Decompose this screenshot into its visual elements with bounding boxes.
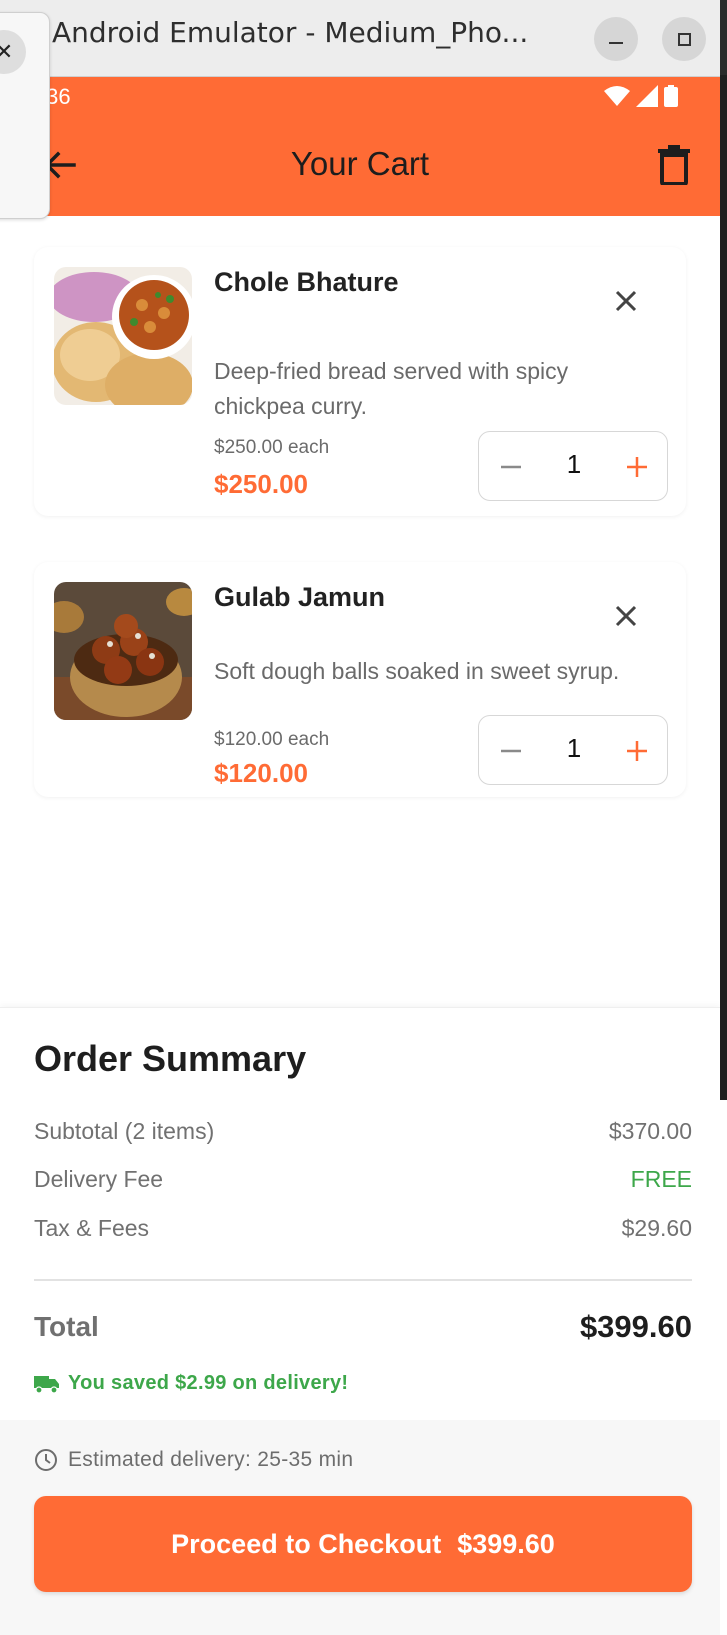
checkout-footer: Estimated delivery: 25-35 min Proceed to… — [0, 1420, 720, 1635]
decrease-button[interactable] — [491, 447, 531, 487]
savings-text: You saved $2.99 on delivery! — [68, 1372, 349, 1394]
emulator-window: Android Emulator - Medium_Pho... ✕ :36 Y… — [0, 0, 720, 1635]
food-image — [54, 267, 192, 405]
item-line-total: $120.00 — [214, 758, 308, 788]
checkout-label: Proceed to Checkout — [171, 1528, 442, 1559]
minimize-button[interactable] — [594, 17, 638, 61]
quantity-stepper: 1 — [478, 431, 668, 501]
subtotal-value: $370.00 — [608, 1118, 692, 1144]
minus-icon — [501, 465, 521, 469]
delivery-value: FREE — [630, 1166, 692, 1192]
eta-text: Estimated delivery: 25-35 min — [68, 1448, 354, 1471]
plus-icon — [627, 457, 647, 477]
item-unit-price: $120.00 each — [214, 729, 330, 750]
item-unit-price: $250.00 each — [214, 437, 330, 458]
order-summary: Order Summary Subtotal (2 items) $370.00… — [0, 1007, 720, 1421]
plus-icon — [627, 741, 647, 761]
delivery-label: Delivery Fee — [34, 1166, 164, 1192]
clock-icon — [35, 1449, 57, 1471]
window-titlebar[interactable]: Android Emulator - Medium_Pho... — [0, 0, 720, 77]
increase-button[interactable] — [617, 731, 657, 771]
signal-icon — [636, 85, 658, 107]
trash-icon[interactable] — [656, 145, 692, 185]
cart-item-card: Chole Bhature Deep-fried bread served wi… — [34, 247, 686, 516]
delivery-estimate: Estimated delivery: 25-35 min — [34, 1448, 353, 1472]
tax-value: $29.60 — [621, 1215, 692, 1241]
truck-icon — [34, 1375, 59, 1394]
summary-divider — [34, 1279, 692, 1281]
checkout-amount: $399.60 — [457, 1528, 555, 1559]
item-line-total: $250.00 — [214, 469, 308, 499]
total-value: $399.60 — [579, 1309, 692, 1344]
quantity-stepper: 1 — [478, 715, 668, 785]
close-icon: ✕ — [0, 39, 14, 65]
window-title: Android Emulator - Medium_Pho... — [52, 16, 529, 49]
status-icons — [604, 85, 678, 107]
minus-icon — [501, 749, 521, 753]
checkout-button[interactable]: Proceed to Checkout $399.60 — [34, 1496, 692, 1592]
maximize-icon — [677, 32, 691, 46]
increase-button[interactable] — [617, 447, 657, 487]
maximize-button[interactable] — [662, 17, 706, 61]
item-name: Chole Bhature — [214, 267, 399, 297]
desktop-background — [720, 0, 727, 75]
total-label: Total — [34, 1311, 99, 1342]
minimize-icon — [609, 42, 623, 44]
cart-item-card: Gulab Jamun Soft dough balls soaked in s… — [34, 562, 686, 797]
page-title: Your Cart — [290, 145, 430, 182]
decrease-button[interactable] — [491, 731, 531, 771]
food-image — [54, 582, 192, 720]
savings-note: You saved $2.99 on delivery! — [34, 1372, 348, 1395]
cart-content: Chole Bhature Deep-fried bread served wi… — [0, 216, 720, 1635]
status-bar: :36 — [0, 77, 720, 115]
item-name: Gulab Jamun — [214, 582, 386, 612]
summary-title: Order Summary — [34, 1038, 307, 1079]
quantity-value: 1 — [566, 449, 582, 479]
tax-label: Tax & Fees — [34, 1215, 150, 1241]
desktop-background — [720, 1100, 727, 1635]
quantity-value: 1 — [566, 733, 582, 763]
remove-item-icon[interactable] — [612, 287, 640, 315]
remove-item-icon[interactable] — [612, 602, 640, 630]
item-description: Deep-fried bread served with spicy chick… — [214, 358, 569, 419]
subtotal-label: Subtotal (2 items) — [34, 1118, 215, 1144]
app-bar: Your Cart — [0, 115, 720, 216]
wifi-icon — [604, 86, 630, 106]
item-description: Soft dough balls soaked in sweet syrup. — [214, 658, 620, 684]
battery-icon — [664, 85, 678, 107]
phone-screen: :36 Your Cart Chole Bhature Deep-fried b… — [0, 77, 720, 1635]
